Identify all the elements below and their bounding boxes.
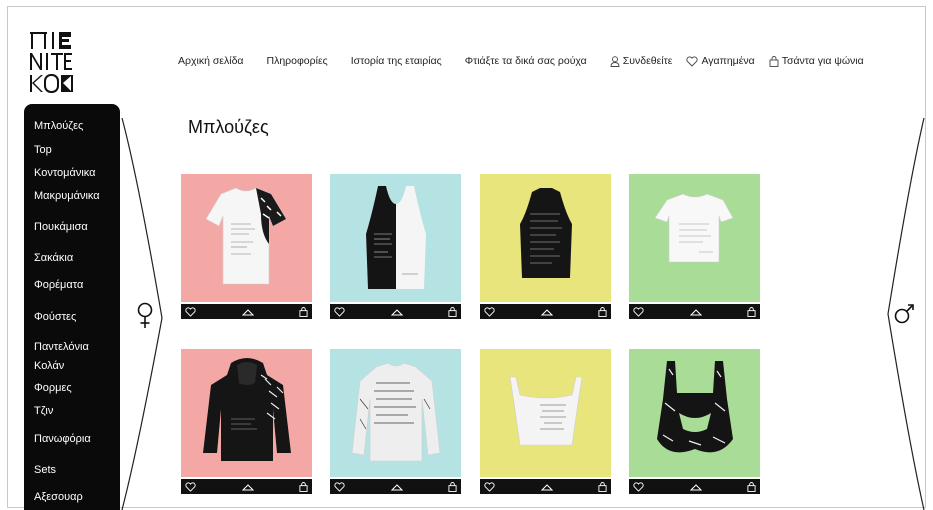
sidebar-item-tracksuits[interactable]: Φορμες [34,382,72,394]
sidebar-item-dresses[interactable]: Φορέματα [34,279,83,291]
sidebar-item-leggings[interactable]: Κολάν [34,360,64,372]
product-image[interactable] [330,349,461,477]
product-actions [181,304,312,319]
product-actions [629,479,760,494]
female-symbol-icon [137,302,153,328]
sidebar-item-shirts[interactable]: Πουκάμισα [34,221,88,233]
heart-icon [686,55,699,67]
heart-icon[interactable] [484,306,495,317]
bag-icon[interactable] [747,481,756,492]
hanger-icon[interactable] [390,308,403,316]
sidebar-item-long-sleeve[interactable]: Μακρυμάνικα [34,190,100,202]
heart-icon[interactable] [633,481,644,492]
sidebar-item-top[interactable]: Top [34,144,52,156]
heart-icon[interactable] [185,481,196,492]
hanger-icon[interactable] [540,308,553,316]
bag-icon[interactable] [299,306,308,317]
heart-icon[interactable] [334,481,345,492]
nav-shopping-bag-label: Τσάντα για ψώνια [781,55,864,67]
male-symbol-icon [894,304,914,324]
product-image[interactable] [629,349,760,477]
nav-make-your-clothes[interactable]: Φτιάξτε τα δικά σας ρούχα [465,55,587,67]
product-image[interactable] [330,174,461,302]
hanger-icon[interactable] [540,483,553,491]
hanger-icon[interactable] [689,308,702,316]
nav-favorites[interactable]: Αγαπημένα [686,55,755,67]
product-actions [480,479,611,494]
top-navigation: Αρχική σελίδα Πληροφορίες Ιστορία της ετ… [178,55,864,67]
sidebar-item-outerwear[interactable]: Πανωφόρια [34,433,91,445]
product-card[interactable] [181,174,312,319]
product-actions [330,304,461,319]
women-panel[interactable] [120,117,166,510]
product-image[interactable] [480,174,611,302]
product-image[interactable] [480,349,611,477]
product-card[interactable] [480,174,611,319]
product-actions [629,304,760,319]
heart-icon[interactable] [334,306,345,317]
product-card[interactable] [181,349,312,494]
user-icon [610,55,620,67]
bag-icon [769,55,779,67]
nav-login-label: Συνδεθείτε [622,55,673,67]
product-card[interactable] [480,349,611,494]
nav-favorites-label: Αγαπημένα [701,55,755,67]
product-card[interactable] [629,174,760,319]
sidebar-item-accessories[interactable]: Αξεσουαρ [34,491,83,503]
sidebar-item-short-sleeve[interactable]: Κοντομάνικα [34,167,96,179]
product-image[interactable] [181,349,312,477]
product-actions [330,479,461,494]
nav-info[interactable]: Πληροφορίες [267,55,328,67]
category-sidebar: Μπλούζες Top Κοντομάνικα Μακρυμάνικα Που… [24,104,120,510]
product-image[interactable] [181,174,312,302]
bag-icon[interactable] [448,306,457,317]
hanger-icon[interactable] [390,483,403,491]
sidebar-item-skirts[interactable]: Φούστες [34,311,76,323]
sidebar-item-trousers[interactable]: Παντελόνια [34,341,89,353]
heart-icon[interactable] [633,306,644,317]
bag-icon[interactable] [747,306,756,317]
product-actions [480,304,611,319]
page-title: Μπλούζες [188,117,269,137]
sidebar-item-sets[interactable]: Sets [34,464,56,476]
men-panel[interactable] [886,117,928,510]
hanger-icon[interactable] [241,483,254,491]
hanger-icon[interactable] [689,483,702,491]
bag-icon[interactable] [448,481,457,492]
brand-logo[interactable] [28,30,98,94]
hanger-icon[interactable] [241,308,254,316]
product-card[interactable] [330,349,461,494]
nav-shopping-bag[interactable]: Τσάντα για ψώνια [769,55,864,67]
bag-icon[interactable] [598,481,607,492]
sidebar-item-jeans[interactable]: Τζιν [34,405,53,417]
heart-icon[interactable] [484,481,495,492]
nav-history[interactable]: Ιστορία της εταιρίας [351,55,442,67]
nav-login[interactable]: Συνδεθείτε [610,55,673,67]
product-actions [181,479,312,494]
nav-home[interactable]: Αρχική σελίδα [178,55,244,67]
sidebar-item-blouses[interactable]: Μπλούζες [34,120,83,132]
sidebar-item-jackets[interactable]: Σακάκια [34,252,73,264]
product-card[interactable] [629,349,760,494]
heart-icon[interactable] [185,306,196,317]
bag-icon[interactable] [299,481,308,492]
product-card[interactable] [330,174,461,319]
bag-icon[interactable] [598,306,607,317]
product-image[interactable] [629,174,760,302]
